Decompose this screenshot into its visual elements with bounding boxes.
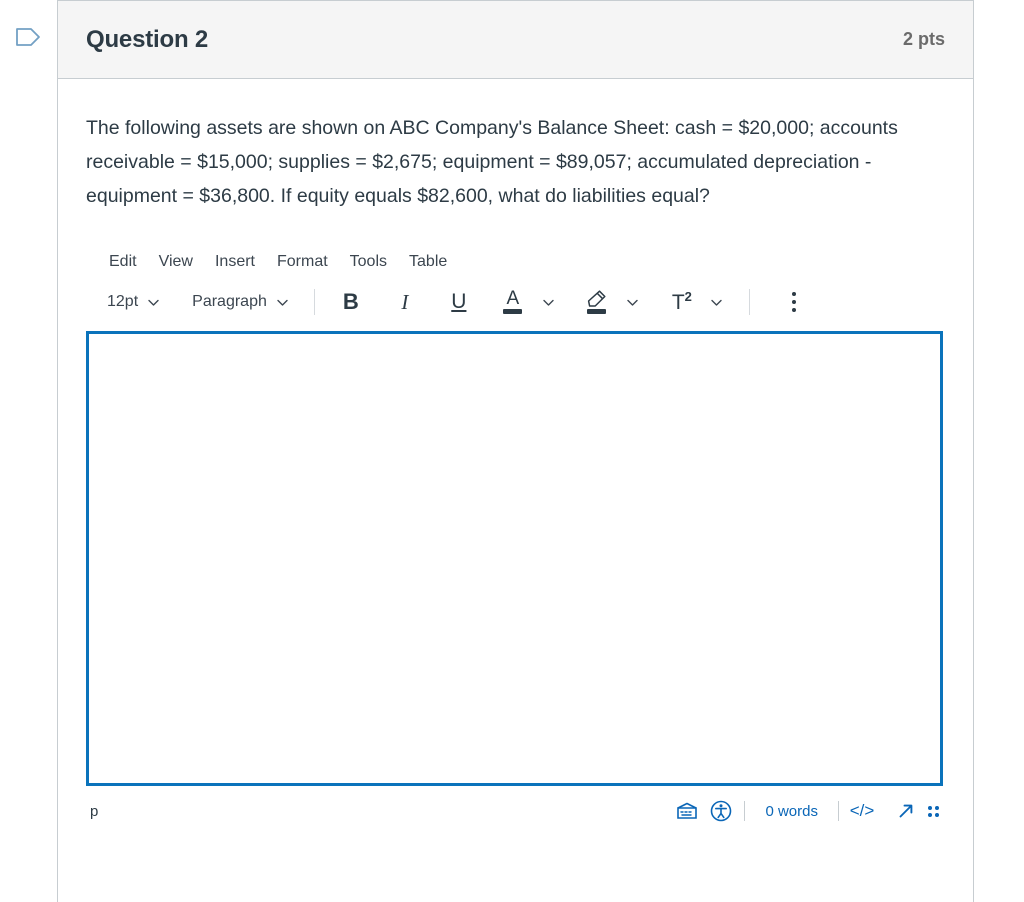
- answer-text-input[interactable]: [86, 331, 943, 786]
- menu-item-table[interactable]: Table: [398, 249, 458, 275]
- highlight-color-button[interactable]: [579, 286, 615, 318]
- keyboard-icon[interactable]: [670, 796, 704, 826]
- question-body: The following assets are shown on ABC Co…: [58, 79, 973, 828]
- text-color-dropdown[interactable]: [531, 286, 567, 318]
- text-color-button[interactable]: A: [495, 286, 531, 318]
- toolbar-divider: [313, 289, 315, 315]
- toolbar-divider: [748, 289, 750, 315]
- kebab-menu-icon: [791, 292, 796, 312]
- page-title: Question 2: [86, 25, 209, 53]
- menu-item-edit[interactable]: Edit: [98, 249, 148, 275]
- text-color-icon: A: [503, 288, 523, 314]
- chevron-down-icon: [542, 296, 555, 309]
- accessibility-checker-icon[interactable]: [704, 796, 738, 826]
- underline-button[interactable]: U: [441, 286, 477, 318]
- question-page: Question 2 2 pts The following assets ar…: [0, 0, 1024, 902]
- menu-item-format[interactable]: Format: [266, 249, 339, 275]
- statusbar-divider: [744, 801, 746, 821]
- chevron-down-icon: [626, 296, 639, 309]
- text-color-swatch: [503, 309, 523, 314]
- rich-text-editor: Edit View Insert Format Tools Table 12pt: [86, 243, 945, 828]
- underline-icon: U: [451, 290, 467, 313]
- chevron-down-icon: [710, 296, 723, 309]
- editor-statusbar: p 0 words </>: [86, 794, 943, 828]
- menu-item-tools[interactable]: Tools: [339, 249, 398, 275]
- editor-menubar: Edit View Insert Format Tools Table: [86, 243, 945, 281]
- highlight-color-dropdown[interactable]: [615, 286, 651, 318]
- statusbar-divider: [838, 801, 839, 821]
- element-path: p: [90, 802, 99, 820]
- italic-icon: I: [401, 289, 409, 314]
- question-header: Question 2 2 pts: [58, 1, 973, 79]
- menu-item-insert[interactable]: Insert: [204, 249, 266, 275]
- question-card: Question 2 2 pts The following assets ar…: [57, 0, 974, 902]
- menu-item-view[interactable]: View: [148, 249, 204, 275]
- more-options-button[interactable]: [776, 286, 812, 318]
- fullscreen-button[interactable]: [889, 796, 923, 826]
- highlight-color-swatch: [587, 309, 607, 314]
- code-icon: </>: [849, 801, 875, 820]
- font-size-value: 12pt: [107, 293, 139, 310]
- html-editor-button[interactable]: </>: [845, 796, 879, 826]
- text-color-letter: A: [506, 288, 520, 309]
- tag-outline-icon: [14, 23, 42, 51]
- block-format-select[interactable]: Paragraph: [183, 288, 298, 316]
- bold-icon: B: [342, 289, 359, 314]
- question-points: 2 pts: [902, 29, 945, 49]
- highlighter-icon: [586, 290, 607, 314]
- superscript-icon: T2: [672, 289, 692, 315]
- word-count: 0 words: [765, 802, 818, 820]
- superscript-base: T: [671, 291, 685, 314]
- superscript-exponent: 2: [684, 289, 692, 304]
- superscript-dropdown[interactable]: [699, 286, 735, 318]
- editor-toolbar: 12pt Paragraph B I U A T2: [86, 281, 945, 323]
- resize-grip-icon: [927, 805, 939, 817]
- superscript-button[interactable]: T2: [665, 286, 699, 318]
- bold-button[interactable]: B: [333, 286, 369, 318]
- italic-button[interactable]: I: [387, 286, 423, 318]
- chevron-down-icon: [276, 296, 289, 309]
- font-size-select[interactable]: 12pt: [98, 288, 169, 316]
- question-text: The following assets are shown on ABC Co…: [86, 117, 898, 207]
- resize-handle[interactable]: [923, 796, 943, 826]
- block-format-value: Paragraph: [192, 293, 267, 310]
- chevron-down-icon: [147, 296, 160, 309]
